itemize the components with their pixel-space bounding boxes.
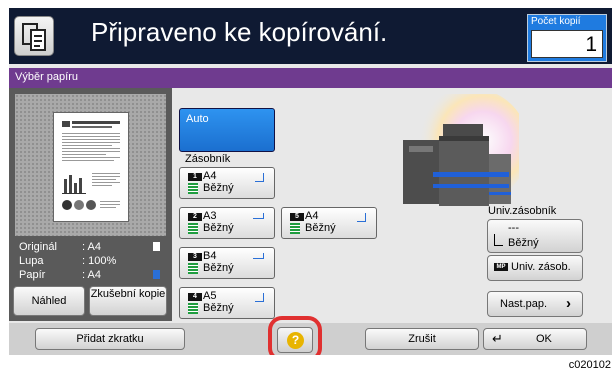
portrait-page-icon: [153, 242, 160, 251]
touch-panel-screen: Připraveno ke kopírování. Počet kopií 1 …: [9, 8, 612, 355]
info-zoom-value: : 100%: [82, 255, 117, 267]
tray-3-size: B4: [203, 250, 217, 262]
preview-area: [15, 94, 166, 236]
status-title: Připraveno ke kopírování.: [91, 17, 388, 47]
ok-label: OK: [536, 333, 552, 345]
cancel-button[interactable]: Zrušit: [365, 328, 479, 350]
panel-title-bar: Výběr papíru: [9, 68, 612, 88]
tray-3-type: Běžný: [203, 262, 234, 274]
mp-tray-badge: MP: [494, 263, 508, 271]
tray-1-button[interactable]: 1 A4 Běžný: [179, 167, 275, 199]
copies-value[interactable]: 1: [531, 30, 603, 58]
paper-landscape-icon: [253, 253, 264, 259]
mp-tray-info[interactable]: --- Běžný: [487, 219, 583, 253]
tray-2-number: 2: [188, 213, 202, 221]
mp-tray-type: Běžný: [508, 237, 539, 249]
printer-illustration: [389, 88, 529, 212]
tray-2-type: Běžný: [203, 222, 234, 234]
copy-function-icon: [14, 16, 54, 56]
figure-code: c020102: [568, 359, 611, 371]
tray-2-button[interactable]: 2 A3 Běžný: [179, 207, 275, 239]
enter-icon: ↵: [492, 331, 503, 346]
highlight-circle: [268, 316, 322, 355]
test-copy-button[interactable]: Zkušební kopie: [89, 286, 167, 316]
paper-portrait-icon: [255, 173, 264, 182]
tray-5-number: 5: [290, 213, 304, 221]
tray-2-size: A3: [203, 210, 217, 222]
info-paper-label: Papír: [19, 269, 46, 281]
paper-landscape-icon: [253, 213, 264, 219]
mp-tray-size: ---: [508, 222, 519, 234]
paper-settings-button[interactable]: Nast.pap. ›: [487, 291, 583, 317]
tray-5-type: Běžný: [305, 222, 336, 234]
copies-counter[interactable]: Počet kopií 1: [527, 14, 607, 62]
paper-orientation-icon: [153, 270, 160, 279]
info-original-label: Originál: [19, 241, 57, 253]
tray-4-button[interactable]: 4 A5 Běžný: [179, 287, 275, 319]
plain-paper-icon: [188, 183, 198, 194]
info-paper-value: : A4: [82, 269, 101, 281]
tray-4-number: 4: [188, 293, 202, 301]
auto-paper-button[interactable]: Auto: [179, 108, 275, 152]
plain-paper-icon: [188, 303, 198, 314]
top-bar: Připraveno ke kopírování. Počet kopií 1: [9, 8, 612, 64]
chevron-right-icon: ›: [566, 295, 571, 312]
tray-3-number: 3: [188, 253, 202, 261]
mp-tray-button[interactable]: MP Univ. zásob.: [487, 255, 583, 281]
tray-4-size: A5: [203, 290, 217, 302]
plain-paper-icon: [290, 223, 300, 234]
mp-tray-button-label: Univ. zásob.: [511, 261, 571, 273]
plain-paper-icon: [188, 263, 198, 274]
copies-label: Počet kopií: [531, 16, 581, 27]
tray-5-size: A4: [305, 210, 319, 222]
paper-portrait-icon: [357, 213, 366, 222]
preview-button[interactable]: Náhled: [13, 286, 85, 316]
tray-1-size: A4: [203, 170, 217, 182]
trays-label: Zásobník: [185, 153, 231, 165]
add-shortcut-button[interactable]: Přidat zkratku: [35, 328, 185, 350]
info-original-value: : A4: [82, 241, 101, 253]
ok-button[interactable]: ↵ OK: [483, 328, 587, 350]
page-thumbnail: [53, 112, 129, 222]
preview-panel: Originál : A4 Lupa : 100% Papír : A4 Náh…: [9, 88, 172, 321]
info-zoom: Lupa : 100%: [19, 255, 116, 267]
plain-paper-icon: [188, 223, 198, 234]
paper-type-icon: [494, 234, 503, 246]
paper-portrait-icon: [255, 293, 264, 302]
info-zoom-label: Lupa: [19, 255, 44, 267]
panel-title: Výběr papíru: [15, 71, 78, 83]
mp-tray-title: Univ.zásobník: [488, 205, 557, 217]
tray-3-button[interactable]: 3 B4 Běžný: [179, 247, 275, 279]
tray-1-type: Běžný: [203, 182, 234, 194]
tray-1-number: 1: [188, 173, 202, 181]
info-original: Originál : A4: [19, 241, 160, 253]
tray-4-type: Běžný: [203, 302, 234, 314]
paper-settings-label: Nast.pap.: [500, 298, 548, 310]
tray-5-button[interactable]: 5 A4 Běžný: [281, 207, 377, 239]
info-paper: Papír : A4: [19, 269, 160, 281]
